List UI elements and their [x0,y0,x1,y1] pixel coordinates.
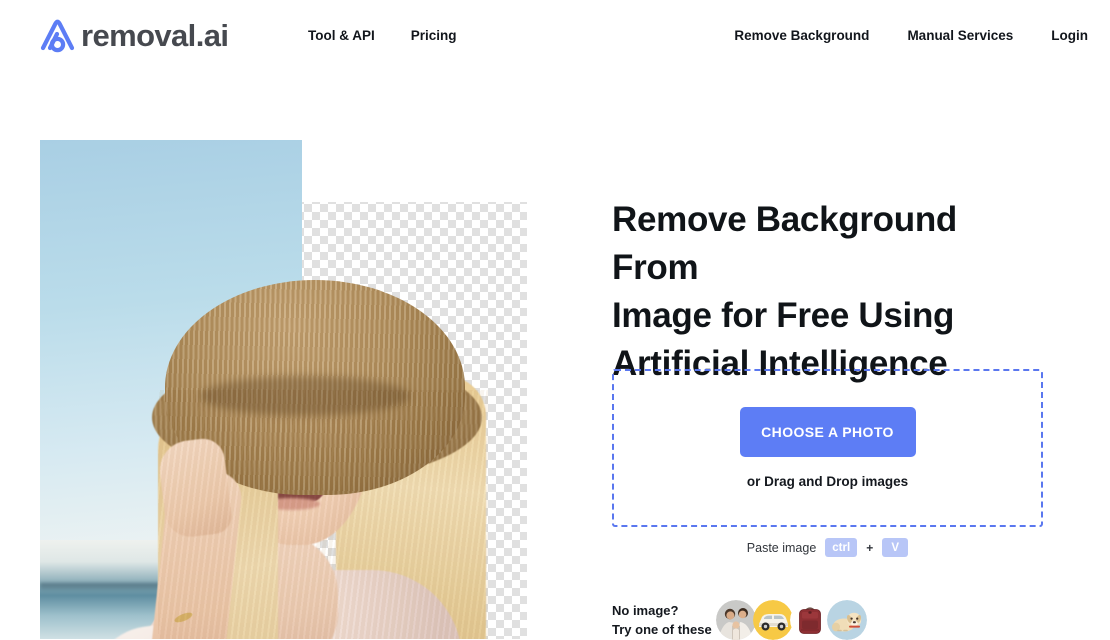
site-header: removal.ai Tool & API Pricing Remove Bac… [0,0,1110,73]
sample-family-thumbnail[interactable] [716,600,756,640]
sample-label-line-1: No image? [612,603,679,618]
upload-dropzone[interactable]: CHOOSE A PHOTO or Drag and Drop images [612,369,1043,527]
primary-nav-left: Tool & API Pricing [308,26,457,46]
key-separator: + [866,540,874,555]
primary-nav-right: Remove Background Manual Services Login [734,26,1088,46]
sample-thumbnail-list [716,600,867,640]
paste-image-label: Paste image [746,540,817,555]
choose-a-photo-button[interactable]: CHOOSE A PHOTO [739,407,916,457]
hero-preview-image [40,140,527,639]
nav-item-manual-services[interactable]: Manual Services [907,26,1013,46]
brand-name: removal.ai [81,17,229,53]
nav-item-login[interactable]: Login [1051,26,1088,46]
photo-hat-shadow [200,376,410,416]
key-ctrl: ctrl [825,538,858,557]
nav-item-remove-background[interactable]: Remove Background [734,26,869,46]
brand-logo-link[interactable]: removal.ai [36,12,229,58]
removal-ai-logo-icon [36,15,80,55]
sample-images-section: No image? Try one of these [612,600,867,640]
paste-image-hint: Paste image ctrl + V [612,538,1043,557]
sample-backpack-thumbnail[interactable] [790,600,830,640]
photo-hand [156,436,234,540]
sample-label-line-2: Try one of these [612,622,712,637]
nav-item-tool-api[interactable]: Tool & API [308,26,375,46]
headline-line-2: Image for Free Using [612,296,955,335]
nav-item-pricing[interactable]: Pricing [411,26,457,46]
hero-copy: Remove Background From Image for Free Us… [612,196,1052,388]
key-v: V [882,538,909,557]
sample-dog-thumbnail[interactable] [827,600,867,640]
sample-car-thumbnail[interactable] [753,600,793,640]
drag-and-drop-hint: or Drag and Drop images [746,474,909,489]
page-title: Remove Background From Image for Free Us… [612,196,1052,388]
hero-photo [40,140,527,639]
sample-images-label: No image? Try one of these [612,601,712,639]
headline-line-1: Remove Background From [612,200,957,287]
